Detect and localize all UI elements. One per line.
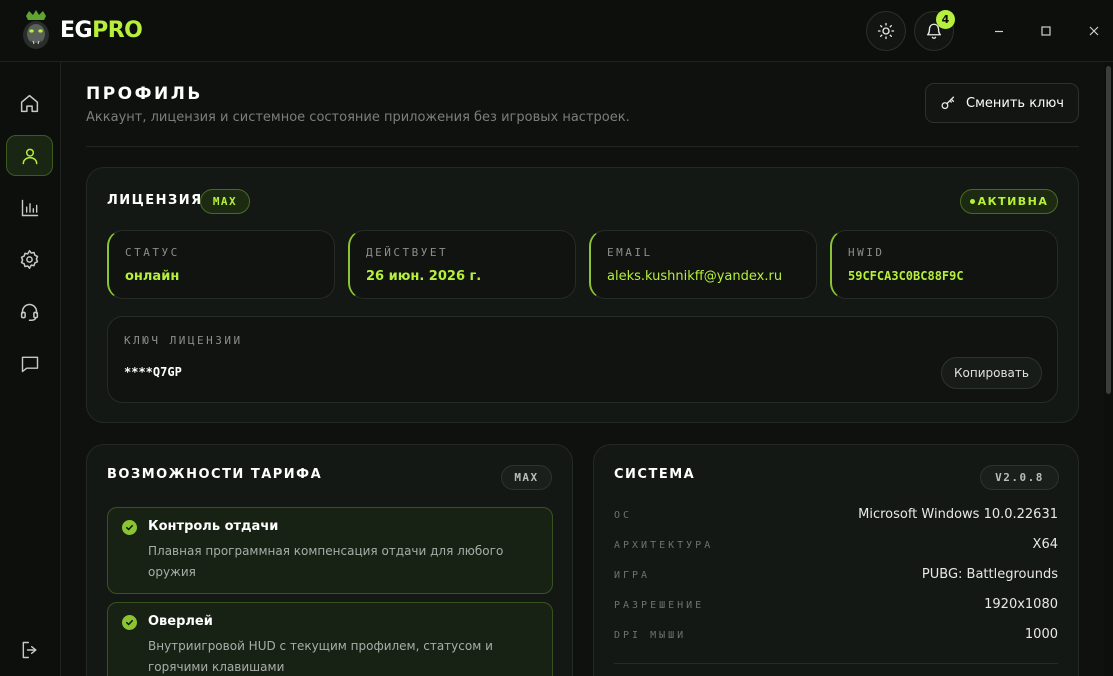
- system-title: СИСТЕМА: [614, 467, 696, 482]
- license-tier-badge: MAX: [200, 189, 250, 214]
- gorilla-logo-icon: [23, 10, 49, 49]
- system-divider: [614, 663, 1058, 664]
- theme-toggle-button[interactable]: [866, 11, 906, 51]
- sidebar-item-settings[interactable]: [6, 239, 53, 280]
- system-row-dpi: DPI МЫШИ 1000: [614, 627, 1058, 642]
- titlebar: EGPRO 4: [0, 0, 1113, 62]
- settings-icon: [20, 250, 39, 269]
- features-card: ВОЗМОЖНОСТИ ТАРИФА MAX Контроль отдачи П…: [86, 444, 573, 676]
- license-key-label: КЛЮЧ ЛИЦЕНЗИИ: [124, 334, 243, 347]
- license-status-badge: АКТИВНА: [960, 189, 1058, 214]
- copy-key-button[interactable]: Копировать: [941, 357, 1042, 389]
- feature-item-overlay: Оверлей Внутриигровой HUD с текущим проф…: [107, 602, 553, 676]
- sun-icon: [877, 22, 895, 40]
- system-row-arch: АРХИТЕКТУРА X64: [614, 537, 1058, 552]
- support-icon: [20, 303, 39, 321]
- page-subtitle: Аккаунт, лицензия и системное состояние …: [86, 110, 630, 125]
- key-icon: [941, 95, 955, 109]
- status-dot-icon: [969, 199, 975, 204]
- scrollbar-thumb[interactable]: [1106, 66, 1111, 394]
- notification-count-badge: 4: [936, 10, 955, 29]
- sidebar: [0, 62, 61, 676]
- stats-icon: [21, 199, 38, 216]
- license-card: ЛИЦЕНЗИЯ MAX АКТИВНА СТАТУС онлайн ДЕЙСТ…: [86, 167, 1079, 423]
- sidebar-item-logout[interactable]: [6, 629, 53, 670]
- license-expiry-field: ДЕЙСТВУЕТ 26 июн. 2026 г.: [348, 230, 576, 299]
- system-row-game: ИГРА PUBG: Battlegrounds: [614, 567, 1058, 582]
- license-key-box: КЛЮЧ ЛИЦЕНЗИИ ****Q7GP Копировать: [107, 316, 1058, 403]
- system-row-os: ОС Microsoft Windows 10.0.22631: [614, 507, 1058, 522]
- close-button[interactable]: [1084, 21, 1104, 41]
- license-email-field: EMAIL aleks.kushnikff@yandex.ru: [589, 230, 817, 299]
- minimize-icon: [995, 30, 1003, 33]
- page-title: ПРОФИЛЬ: [86, 84, 203, 104]
- maximize-icon: [1041, 26, 1051, 36]
- license-key-value: ****Q7GP: [124, 365, 182, 379]
- minimize-button[interactable]: [989, 21, 1009, 41]
- license-status-field: СТАТУС онлайн: [107, 230, 335, 299]
- license-title: ЛИЦЕНЗИЯ: [107, 193, 203, 208]
- system-row-resolution: РАЗРЕШЕНИЕ 1920x1080: [614, 597, 1058, 612]
- sidebar-item-stats[interactable]: [6, 187, 53, 228]
- logout-icon: [22, 641, 37, 658]
- change-key-label: Сменить ключ: [966, 95, 1064, 111]
- change-key-button[interactable]: Сменить ключ: [925, 83, 1079, 123]
- brand-name: EGPRO: [60, 18, 143, 43]
- sidebar-item-profile[interactable]: [6, 135, 53, 176]
- check-icon: [122, 520, 137, 535]
- feature-item-recoil: Контроль отдачи Плавная программная комп…: [107, 507, 553, 594]
- profile-icon: [22, 148, 37, 164]
- header-divider: [86, 146, 1079, 147]
- sidebar-item-chat[interactable]: [6, 343, 53, 384]
- maximize-button[interactable]: [1036, 21, 1056, 41]
- license-hwid-field: HWID 59CFCA3C0BC88F9C: [830, 230, 1058, 299]
- main-content: ПРОФИЛЬ Аккаунт, лицензия и системное со…: [62, 62, 1102, 676]
- features-tier-badge: MAX: [501, 465, 552, 490]
- home-icon: [20, 94, 39, 113]
- system-card: СИСТЕМА V2.0.8 ОС Microsoft Windows 10.0…: [593, 444, 1079, 676]
- sidebar-item-support[interactable]: [6, 291, 53, 332]
- version-badge: V2.0.8: [980, 465, 1059, 490]
- chat-icon: [21, 356, 38, 372]
- close-icon: [1089, 26, 1099, 36]
- features-title: ВОЗМОЖНОСТИ ТАРИФА: [107, 467, 323, 482]
- check-icon: [122, 615, 137, 630]
- sidebar-item-home[interactable]: [6, 83, 53, 124]
